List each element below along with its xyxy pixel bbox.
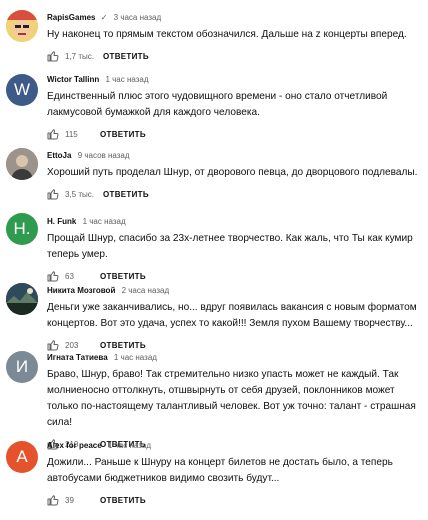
- avatar[interactable]: И: [6, 351, 38, 383]
- verified-check-icon: ✓: [100, 13, 108, 22]
- reply-button[interactable]: ОТВЕТИТЬ: [100, 496, 146, 505]
- comment-time[interactable]: 1 час назад: [114, 353, 157, 362]
- comment-text: Ну наконец то прямым текстом обозначился…: [47, 29, 407, 40]
- comment-author[interactable]: EttoJa: [47, 151, 71, 160]
- reply-button[interactable]: ОТВЕТИТЬ: [100, 130, 146, 139]
- comment-author[interactable]: Wictor Tallinn: [47, 75, 99, 84]
- avatar[interactable]: H.: [6, 213, 38, 245]
- thumbs-up-icon[interactable]: [47, 270, 59, 282]
- thumbs-up-icon[interactable]: [47, 188, 59, 200]
- comment-text: Браво, Шнур, браво! Так стремительно низ…: [47, 369, 416, 428]
- reply-button[interactable]: ОТВЕТИТЬ: [103, 52, 149, 61]
- reply-button[interactable]: ОТВЕТИТЬ: [100, 272, 146, 281]
- comment-time[interactable]: 2 часа назад: [122, 286, 170, 295]
- avatar[interactable]: [6, 10, 38, 42]
- thumbs-up-icon[interactable]: [47, 50, 59, 62]
- like-count: 203: [65, 340, 79, 350]
- comment-text: Хороший путь проделал Шнур, от дворового…: [47, 167, 418, 178]
- avatar[interactable]: A: [6, 441, 38, 473]
- comment-text: Прощай Шнур, спасибо за 23х-летнее творч…: [47, 233, 413, 260]
- comment-text: Единственный плюс этого чудовищного врем…: [47, 91, 388, 118]
- like-count: 1,7 тыс.: [65, 51, 94, 61]
- reply-button[interactable]: ОТВЕТИТЬ: [103, 190, 149, 199]
- cartoon-avatar-icon: [6, 10, 38, 42]
- avatar-letter: A: [16, 447, 28, 466]
- like-count: 115: [65, 129, 78, 139]
- comment-time[interactable]: 1 час назад: [108, 441, 151, 450]
- comment-text: Деньги уже заканчивались, но... вдруг по…: [47, 302, 417, 329]
- comment-time[interactable]: 3 часа назад: [114, 13, 162, 22]
- comment-time[interactable]: 1 час назад: [105, 75, 148, 84]
- like-count: 3,5 тыс.: [65, 189, 94, 199]
- like-count: 39: [65, 495, 74, 505]
- comment-author[interactable]: Игнатa Татиева: [47, 353, 108, 362]
- comment-text: Дожили... Раньше к Шнуру на концерт биле…: [47, 457, 393, 484]
- photo-avatar-icon: [6, 148, 38, 180]
- avatar-letter: W: [13, 80, 31, 99]
- thumbs-up-icon[interactable]: [47, 339, 59, 351]
- avatar[interactable]: [6, 148, 38, 180]
- comment-author[interactable]: RapisGames: [47, 13, 95, 22]
- comment-author[interactable]: Alex for peace: [47, 441, 102, 450]
- landscape-avatar-icon: [6, 283, 38, 315]
- thumbs-up-icon[interactable]: [47, 494, 59, 506]
- avatar[interactable]: [6, 283, 38, 315]
- comment-time[interactable]: 1 час назад: [83, 217, 126, 226]
- reply-button[interactable]: ОТВЕТИТЬ: [100, 341, 146, 350]
- avatar-letter: И: [15, 357, 29, 376]
- avatar[interactable]: W: [6, 74, 38, 106]
- comment-author[interactable]: Никита Мозговой: [47, 286, 115, 295]
- thumbs-up-icon[interactable]: [47, 128, 59, 140]
- avatar-letter: H.: [13, 219, 31, 238]
- comment-time[interactable]: 9 часов назад: [78, 151, 130, 160]
- comment-author[interactable]: H. Funk: [47, 217, 76, 226]
- like-count: 63: [65, 271, 74, 281]
